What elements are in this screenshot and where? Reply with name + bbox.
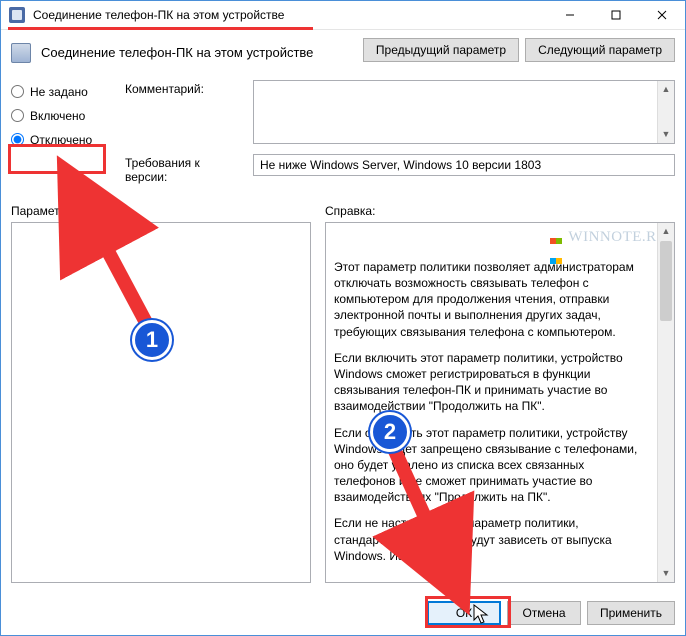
radio-enabled-label: Включено <box>30 109 85 123</box>
help-scrollbar[interactable]: ▲ ▼ <box>657 223 674 582</box>
prev-setting-button[interactable]: Предыдущий параметр <box>363 38 519 62</box>
version-row: Требования к версии: Не ниже Windows Ser… <box>125 154 675 184</box>
policy-editor-window: Соединение телефон-ПК на этом устройстве… <box>0 0 686 636</box>
next-setting-button[interactable]: Следующий параметр <box>525 38 675 62</box>
comment-label: Комментарий: <box>125 80 245 96</box>
scroll-thumb[interactable] <box>660 241 672 321</box>
watermark-text: WINNOTE.RU <box>568 227 668 247</box>
apply-button[interactable]: Применить <box>587 601 675 625</box>
comment-textarea[interactable]: ▲ ▼ <box>253 80 675 144</box>
params-label: Параметры: <box>11 204 311 218</box>
dialog-footer: ОК Отмена Применить <box>1 593 685 635</box>
radio-not-configured[interactable]: Не задано <box>11 80 111 104</box>
help-label: Справка: <box>325 204 675 218</box>
window-title: Соединение телефон-ПК на этом устройстве <box>33 8 547 22</box>
radio-disabled-label: Отключено <box>30 133 92 147</box>
cancel-button[interactable]: Отмена <box>507 601 581 625</box>
right-col: Комментарий: ▲ ▼ Требования к версии: Не… <box>125 80 675 194</box>
state-radio-group: Не задано Включено Отключено <box>11 80 111 194</box>
policy-icon <box>11 43 31 63</box>
radio-not-configured-label: Не задано <box>30 85 88 99</box>
scroll-up-icon[interactable]: ▲ <box>658 81 674 98</box>
header-row: Соединение телефон-ПК на этом устройстве… <box>11 38 675 68</box>
content-area: Соединение телефон-ПК на этом устройстве… <box>1 30 685 593</box>
radio-not-configured-input[interactable] <box>11 85 24 98</box>
help-panel: WINNOTE.RU Этот параметр политики позвол… <box>325 222 675 583</box>
params-panel <box>11 222 311 583</box>
scroll-down-icon[interactable]: ▼ <box>658 126 674 143</box>
scroll-up-icon[interactable]: ▲ <box>658 223 674 240</box>
help-p4: Если не настроить этот параметр политики… <box>334 515 648 564</box>
help-column: Справка: WINNOTE.RU Этот параметр полити… <box>325 204 675 583</box>
watermark: WINNOTE.RU <box>550 227 668 247</box>
radio-disabled-input[interactable] <box>11 133 24 146</box>
nav-buttons: Предыдущий параметр Следующий параметр <box>363 38 675 62</box>
comment-scrollbar[interactable]: ▲ ▼ <box>657 81 674 143</box>
close-button[interactable] <box>639 1 685 29</box>
mouse-cursor-icon <box>473 604 491 626</box>
help-p1: Этот параметр политики позволяет админис… <box>334 259 648 340</box>
top-area: Не задано Включено Отключено Комментарий… <box>11 80 675 194</box>
radio-enabled[interactable]: Включено <box>11 104 111 128</box>
version-value: Не ниже Windows Server, Windows 10 верси… <box>253 154 675 176</box>
radio-enabled-input[interactable] <box>11 109 24 122</box>
app-icon <box>9 7 25 23</box>
lower-area: Параметры: Справка: WINNOTE.RU Этот пара… <box>11 204 675 583</box>
maximize-button[interactable] <box>593 1 639 29</box>
radio-disabled[interactable]: Отключено <box>11 128 111 152</box>
policy-title: Соединение телефон-ПК на этом устройстве <box>41 45 353 60</box>
help-p3: Если отключить этот параметр политики, у… <box>334 425 648 506</box>
minimize-button[interactable] <box>547 1 593 29</box>
help-text: Этот параметр политики позволяет админис… <box>334 231 666 564</box>
windows-flag-icon <box>550 230 564 244</box>
window-controls <box>547 1 685 29</box>
titlebar: Соединение телефон-ПК на этом устройстве <box>1 1 685 30</box>
help-p2: Если включить этот параметр политики, ус… <box>334 350 648 415</box>
comment-row: Комментарий: ▲ ▼ <box>125 80 675 144</box>
params-column: Параметры: <box>11 204 311 583</box>
version-label: Требования к версии: <box>125 154 245 184</box>
scroll-down-icon[interactable]: ▼ <box>658 565 674 582</box>
